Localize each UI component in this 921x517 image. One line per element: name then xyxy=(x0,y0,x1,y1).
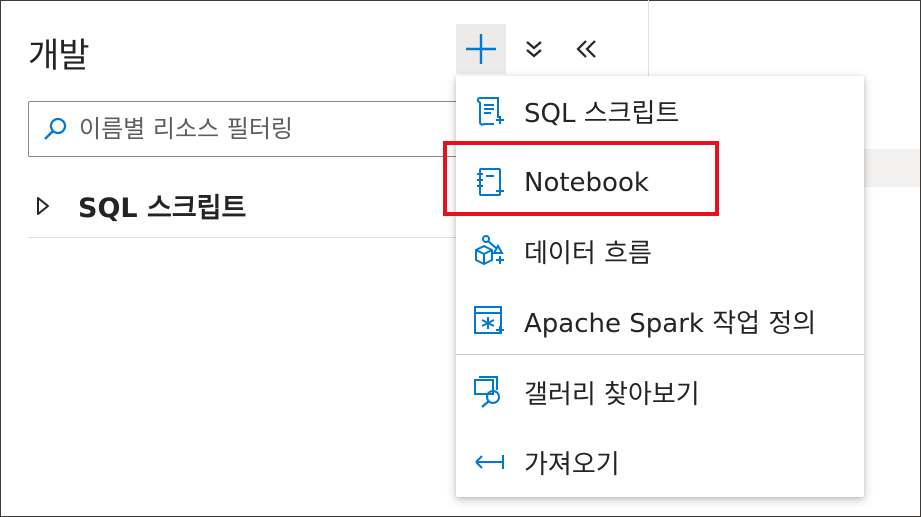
menu-item-browse-gallery[interactable]: 갤러리 찾아보기 xyxy=(456,359,864,425)
menu-separator xyxy=(456,354,864,355)
caret-right-icon[interactable] xyxy=(34,195,52,217)
menu-item-label: 가져오기 xyxy=(524,449,620,480)
panel-separator xyxy=(648,0,649,88)
background-row-highlight xyxy=(864,149,920,187)
tree-item-label: SQL 스크립트 xyxy=(78,193,247,224)
resource-filter-search[interactable] xyxy=(28,101,468,157)
spark-job-icon xyxy=(474,306,504,334)
tree-item-sql-scripts[interactable]: SQL 스크립트 xyxy=(34,186,246,225)
notebook-highlight-box xyxy=(443,141,719,216)
import-icon xyxy=(475,455,504,469)
menu-item-label: Apache Spark 작업 정의 xyxy=(524,308,817,339)
plus-icon xyxy=(466,34,496,64)
collapse-panel-button[interactable] xyxy=(561,24,611,74)
menu-item-label: SQL 스크립트 xyxy=(524,98,680,129)
add-resource-button[interactable] xyxy=(456,24,506,74)
gallery-icon xyxy=(474,376,500,408)
search-icon xyxy=(44,117,67,140)
collapse-panel-icon xyxy=(576,40,596,58)
sql-script-icon xyxy=(476,97,504,126)
panel-title: 개발 xyxy=(28,36,90,76)
search-input[interactable] xyxy=(79,115,439,143)
menu-item-import[interactable]: 가져오기 xyxy=(456,429,864,495)
expand-all-button[interactable] xyxy=(509,24,559,74)
expand-all-icon xyxy=(526,41,542,58)
menu-item-label: 데이터 흐름 xyxy=(524,238,652,269)
menu-item-sql-script[interactable]: SQL 스크립트 xyxy=(456,78,864,144)
data-flow-icon xyxy=(475,235,504,265)
menu-item-data-flow[interactable]: 데이터 흐름 xyxy=(456,218,864,284)
menu-item-label: 갤러리 찾아보기 xyxy=(524,379,700,410)
add-resource-menu: SQL 스크립트 Notebook 데이터 흐름 Apache Spark 작업… xyxy=(456,76,864,497)
menu-item-spark-job[interactable]: Apache Spark 작업 정의 xyxy=(456,288,864,354)
divider xyxy=(28,237,456,238)
